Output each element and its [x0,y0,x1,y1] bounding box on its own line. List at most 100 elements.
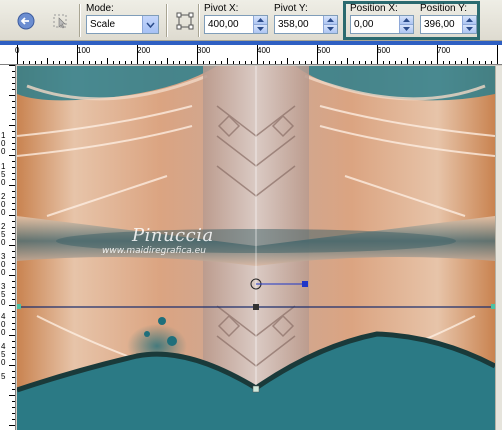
ruler-tick [12,143,15,144]
ruler-tick [12,413,15,414]
ruler-tick [413,61,414,64]
apply-icon [17,12,35,30]
ruler-tick [155,61,156,64]
ruler-tick [9,95,15,96]
vertical-scrollbar[interactable] [495,66,502,430]
ruler-tick [245,61,246,64]
ruler-tick [12,101,15,102]
pivot-y-spinner[interactable] [323,16,337,33]
ruler-tick [9,275,15,276]
position-y-spinner[interactable] [462,16,476,33]
ruler-tick [443,61,444,64]
ruler-tick [12,197,15,198]
ruler-tick [9,215,15,216]
position-x-spinner[interactable] [399,16,413,33]
ruler-tick [251,61,252,64]
vertical-ruler[interactable]: 1 0 0 1 5 0 2 0 0 2 5 0 3 0 0 3 5 0 4 0 … [0,65,16,430]
ruler-tick [12,161,15,162]
chevron-up-icon[interactable] [253,16,267,25]
horizontal-ruler[interactable]: 0 100 200 300 400 500 600 700 [0,45,502,65]
tool-options-toolbar: Mode: Scale Pivot X: 400,00 Pivot Y: 358… [0,0,502,41]
ruler-tick [149,61,150,64]
ruler-tick [12,329,15,330]
ruler-tick [89,61,90,64]
toolbar-separator [79,4,81,37]
ruler-tick [341,61,342,64]
ruler-tick [353,61,354,64]
ruler-tick [12,137,15,138]
ruler-tick [12,203,15,204]
mode-select[interactable]: Scale [86,15,159,34]
ruler-tick [53,61,54,64]
chevron-down-icon[interactable] [253,25,267,33]
ruler-tick [12,71,15,72]
ruler-tick [59,61,60,64]
chevron-up-icon[interactable] [399,16,413,25]
pivot-x-spinner[interactable] [253,16,267,33]
watermark-url: www.maidiregrafica.eu [102,246,206,256]
ruler-tick [9,335,15,336]
ruler-tick [9,65,15,66]
pivot-x-field[interactable]: 400,00 [204,15,268,34]
ruler-tick [9,155,15,156]
ruler-tick [125,61,126,64]
ruler-tick [12,83,15,84]
chevron-up-icon[interactable] [462,16,476,25]
ruler-label: 600 [377,46,391,55]
pivot-y-field[interactable]: 358,00 [274,15,338,34]
ruler-label: 0 [1,178,6,187]
toolbar-separator [198,4,200,37]
pick-tool-button[interactable] [48,9,72,33]
ruler-tick [485,61,486,64]
pivot-x-label: Pivot X: [204,3,239,14]
ruler-tick [12,227,15,228]
ruler-tick [12,371,15,372]
ruler-tick [185,61,186,64]
ruler-tick [9,305,15,306]
ruler-tick [419,61,420,64]
chevron-down-icon[interactable] [399,25,413,33]
ruler-tick [12,383,15,384]
pivot-icon [176,12,194,30]
ruler-tick [9,425,15,426]
ruler-tick [12,287,15,288]
ruler-tick [491,61,492,64]
ruler-label: 0 [1,328,6,337]
ruler-tick [221,61,222,64]
ruler-tick [131,61,132,64]
chevron-up-icon[interactable] [323,16,337,25]
ruler-tick [65,61,66,64]
ruler-tick [12,113,15,114]
chevron-down-icon[interactable] [142,16,158,33]
ruler-tick [449,61,450,64]
ruler-tick [12,257,15,258]
ruler-tick [9,395,15,396]
ruler-label: 0 [1,208,6,217]
ruler-tick [12,173,15,174]
ruler-tick [35,61,36,64]
ruler-tick [107,58,108,64]
ruler-tick [497,45,498,64]
ruler-tick [173,61,174,64]
ruler-tick [12,233,15,234]
ruler-label: 500 [317,46,331,55]
ruler-tick [12,131,15,132]
apply-button[interactable] [14,9,38,33]
position-x-field[interactable]: 0,00 [350,15,414,34]
ruler-tick [12,179,15,180]
ruler-tick [365,61,366,64]
chevron-down-icon[interactable] [462,25,476,33]
ruler-tick [12,341,15,342]
ruler-tick [161,61,162,64]
position-y-field[interactable]: 396,00 [420,15,477,34]
ruler-tick [239,61,240,64]
ruler-tick [299,61,300,64]
ruler-tick [12,239,15,240]
chevron-down-icon[interactable] [323,25,337,33]
ruler-label: 100 [77,46,91,55]
ruler-tick [389,61,390,64]
ruler-label: 0 [1,358,6,367]
image-canvas[interactable]: Pinuccia www.maidiregrafica.eu [17,66,495,430]
watermark: Pinuccia www.maidiregrafica.eu [102,225,214,256]
ruler-tick [9,245,15,246]
